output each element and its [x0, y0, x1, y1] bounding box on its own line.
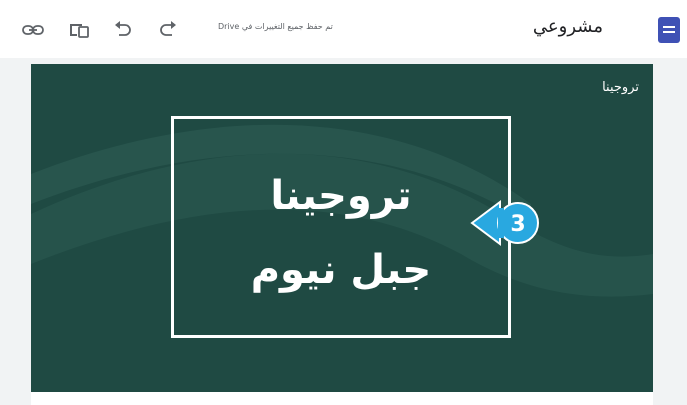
step-number: 3	[510, 211, 526, 237]
hero-title-frame[interactable]	[171, 116, 511, 338]
page-body-area	[31, 392, 653, 405]
preview-devices-icon[interactable]	[66, 17, 92, 43]
sites-logo-bar	[663, 31, 675, 33]
save-status: تم حفظ جميع التغييرات في Drive	[218, 22, 333, 31]
undo-icon[interactable]	[110, 17, 136, 43]
top-toolbar: تم حفظ جميع التغييرات في Drive مشروعي	[0, 0, 687, 59]
link-icon[interactable]	[20, 17, 46, 43]
hero-banner[interactable]: تروجينا تروجينا جبل نيوم	[31, 64, 653, 392]
step-callout-badge: 3	[470, 194, 542, 252]
document-title[interactable]: مشروعي	[533, 16, 603, 37]
hero-site-name[interactable]: تروجينا	[602, 80, 639, 95]
sites-logo-icon[interactable]	[658, 17, 680, 43]
hero-title-line1[interactable]: تروجينا	[171, 176, 511, 216]
sites-logo-bar	[663, 26, 675, 28]
hero-title-line2[interactable]: جبل نيوم	[171, 250, 511, 290]
redo-icon[interactable]	[155, 17, 181, 43]
